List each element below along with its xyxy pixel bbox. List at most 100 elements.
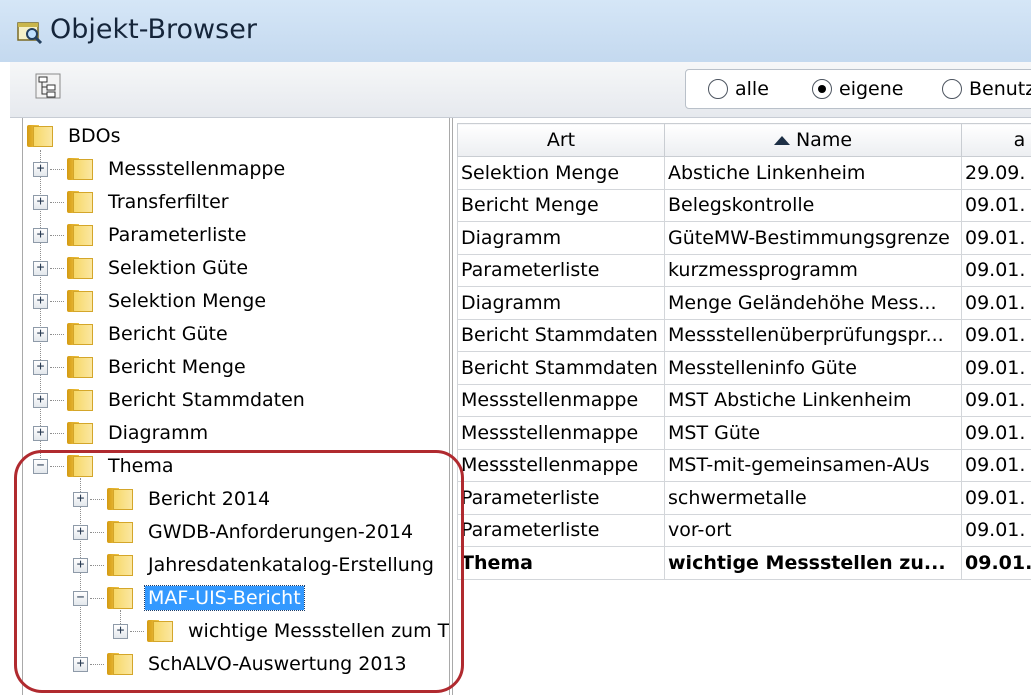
tree-item-messstellenmappe[interactable]: + Messstellenmappe xyxy=(33,153,288,185)
folder-icon xyxy=(147,620,173,642)
table-row[interactable]: Diagramm GüteMW-Bestimmungsgrenze 09.01. xyxy=(457,221,1031,255)
window-title: Objekt-Browser xyxy=(50,14,257,45)
folder-icon xyxy=(27,125,53,147)
tree-view-icon[interactable] xyxy=(34,72,62,100)
tree-item-schalvo-auswertung[interactable]: + SchALVO-Auswertung 2013 xyxy=(73,648,410,680)
collapse-icon[interactable]: − xyxy=(73,590,88,606)
cell-art: Selektion Menge xyxy=(457,156,665,190)
table-row[interactable]: Diagramm Menge Geländehöhe Mess... 09.01. xyxy=(457,286,1031,320)
expand-icon[interactable]: + xyxy=(73,491,88,507)
cell-date: 09.01. xyxy=(961,351,1031,385)
expand-icon[interactable]: + xyxy=(33,359,48,375)
cell-date: 09.01. xyxy=(961,546,1031,580)
cell-art: Messstellenmappe xyxy=(457,416,665,450)
table-row[interactable]: Parameterliste vor-ort 09.01. xyxy=(457,513,1031,547)
table-row[interactable]: Messstellenmappe MST-mit-gemeinsamen-AUs 0… xyxy=(457,448,1031,482)
radio-benutzer[interactable]: Benutz xyxy=(942,78,1031,100)
cell-name: MST Abstiche Linkenheim xyxy=(664,383,962,417)
cell-art: Bericht Stammdaten xyxy=(457,351,665,385)
tree-item-diagramm[interactable]: + Diagramm xyxy=(33,417,211,449)
tree-item-label: Parameterliste xyxy=(108,224,247,246)
tree-item-label: Bericht Menge xyxy=(108,356,246,378)
cell-art: Parameterliste xyxy=(457,513,665,547)
cell-art: Bericht Menge xyxy=(457,188,665,222)
tree-item-selektion-menge[interactable]: + Selektion Menge xyxy=(33,285,269,317)
table-row[interactable]: Messstellenmappe MST Abstiche Linkenheim 0… xyxy=(457,383,1031,417)
expand-icon[interactable]: + xyxy=(33,425,48,441)
table-row[interactable]: Bericht Stammdaten Messtelleninfo Güte 09.… xyxy=(457,351,1031,385)
cell-name: Abstiche Linkenheim xyxy=(664,156,962,190)
tree-item-bericht-2014[interactable]: + Bericht 2014 xyxy=(73,483,273,515)
tree-item-thema[interactable]: − Thema xyxy=(33,450,177,482)
radio-alle-circle[interactable] xyxy=(708,79,728,99)
object-list[interactable]: Art Name a Selektion Menge Abstiche Linke… xyxy=(452,118,1031,695)
expand-icon[interactable]: + xyxy=(33,293,48,309)
table-row[interactable]: Bericht Menge Belegskontrolle 09.01. xyxy=(457,188,1031,222)
folder-icon xyxy=(107,521,133,543)
table-row[interactable]: Thema wichtige Messstellen zu... 09.01. xyxy=(457,546,1031,580)
column-header-name[interactable]: Name xyxy=(664,123,962,157)
folder-icon xyxy=(67,257,93,279)
tree-item-parameterliste[interactable]: + Parameterliste xyxy=(33,219,249,251)
tree-item-maf-uis-bericht[interactable]: − MAF-UIS-Bericht xyxy=(73,582,305,614)
column-header-art[interactable]: Art xyxy=(457,123,665,157)
expand-icon[interactable]: + xyxy=(33,392,48,408)
expand-icon[interactable]: + xyxy=(73,656,88,672)
expand-icon[interactable]: + xyxy=(33,194,48,210)
tree-item-label: Bericht Stammdaten xyxy=(108,389,305,411)
object-tree[interactable]: BDOs + Messstellenmappe + Transferfilter… xyxy=(22,118,450,695)
toolbar: alle eigene Benutz xyxy=(10,62,1031,118)
tree-item-selektion-guete[interactable]: + Selektion Güte xyxy=(33,252,251,284)
collapse-icon[interactable]: − xyxy=(33,458,48,474)
radio-alle[interactable]: alle xyxy=(708,78,769,100)
radio-benutzer-circle[interactable] xyxy=(942,79,962,99)
tree-item-bericht-guete[interactable]: + Bericht Güte xyxy=(33,318,231,350)
expand-icon[interactable]: + xyxy=(73,557,88,573)
tree-item-gwdb-anforderungen[interactable]: + GWDB-Anforderungen-2014 xyxy=(73,516,416,548)
cell-date: 09.01. xyxy=(961,416,1031,450)
cell-name: Messstellenüberprüfungspr... xyxy=(664,318,962,352)
folder-icon xyxy=(67,158,93,180)
cell-date: 09.01. xyxy=(961,318,1031,352)
expand-icon[interactable]: + xyxy=(33,161,48,177)
expand-icon[interactable]: + xyxy=(113,623,128,639)
tree-root[interactable]: BDOs xyxy=(27,120,124,152)
cell-name: Messtelleninfo Güte xyxy=(664,351,962,385)
tree-item-jahresdatenkatalog[interactable]: + Jahresdatenkatalog-Erstellung xyxy=(73,549,437,581)
folder-icon xyxy=(67,290,93,312)
tree-item-bericht-stammdaten[interactable]: + Bericht Stammdaten xyxy=(33,384,308,416)
search-window-icon xyxy=(17,22,43,44)
cell-date: 09.01. xyxy=(961,448,1031,482)
table-row[interactable]: Selektion Menge Abstiche Linkenheim 29.09. xyxy=(457,156,1031,190)
cell-art: Parameterliste xyxy=(457,253,665,287)
title-bar: Objekt-Browser xyxy=(0,0,1031,62)
folder-icon xyxy=(67,191,93,213)
expand-icon[interactable]: + xyxy=(33,326,48,342)
tree-item-label: Thema xyxy=(108,455,174,477)
expand-icon[interactable]: + xyxy=(33,260,48,276)
folder-icon xyxy=(67,389,93,411)
expand-icon[interactable]: + xyxy=(33,227,48,243)
radio-benutzer-label: Benutz xyxy=(969,78,1031,100)
cell-date: 09.01. xyxy=(961,481,1031,515)
table-row[interactable]: Bericht Stammdaten Messstellenüberprüfung… xyxy=(457,318,1031,352)
cell-date: 09.01. xyxy=(961,253,1031,287)
table-row[interactable]: Parameterliste kurzmessprogramm 09.01. xyxy=(457,253,1031,287)
expand-icon[interactable]: + xyxy=(73,524,88,540)
tree-item-wichtige-messstellen[interactable]: + wichtige Messstellen zum T xyxy=(113,615,449,647)
tree-item-bericht-menge[interactable]: + Bericht Menge xyxy=(33,351,249,383)
object-browser-window: Objekt-Browser alle eigene Benutz BDOs +… xyxy=(0,0,1031,695)
tree-item-label: Bericht Güte xyxy=(108,323,228,345)
folder-icon xyxy=(107,554,133,576)
folder-icon xyxy=(67,455,93,477)
table-row[interactable]: Parameterliste schwermetalle 09.01. xyxy=(457,481,1031,515)
cell-art: Diagramm xyxy=(457,286,665,320)
cell-date: 29.09. xyxy=(961,156,1031,190)
tree-item-transferfilter[interactable]: + Transferfilter xyxy=(33,186,232,218)
cell-art: Messstellenmappe xyxy=(457,383,665,417)
tree-item-label: Transferfilter xyxy=(108,191,229,213)
radio-eigene-circle[interactable] xyxy=(812,79,832,99)
table-row[interactable]: Messstellenmappe MST Güte 09.01. xyxy=(457,416,1031,450)
radio-eigene[interactable]: eigene xyxy=(812,78,903,100)
column-header-date[interactable]: a xyxy=(961,123,1031,157)
